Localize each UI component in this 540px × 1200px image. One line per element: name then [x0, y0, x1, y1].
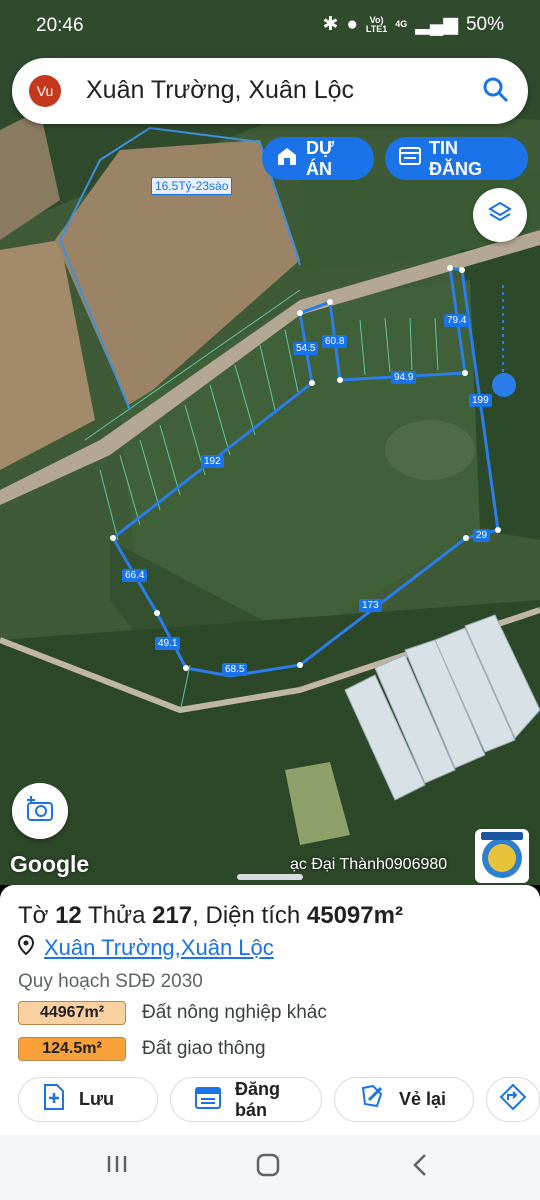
- dai-thanh-logo: [475, 829, 529, 883]
- parcel-address: Xuân Trường, Xuân Lộc: [17, 934, 274, 961]
- plan-title: Quy hoạch SDĐ 2030: [18, 971, 203, 992]
- layers-icon: [487, 200, 513, 231]
- action-bar: Lưu Đăng bán Vẻ lại: [18, 1077, 540, 1122]
- edge-length-label: 49.1: [155, 637, 181, 650]
- map-pin-icon: [17, 934, 35, 961]
- add-photo-button[interactable]: [12, 783, 68, 839]
- redraw-button[interactable]: Vẻ lại: [334, 1077, 474, 1122]
- map-credit: ạc Đại Thành0906980: [290, 856, 448, 873]
- landuse-row: 124.5m² Đất giao thông: [18, 1037, 266, 1061]
- edit-polygon-icon: [359, 1084, 385, 1115]
- directions-button[interactable]: [486, 1077, 540, 1122]
- search-bar[interactable]: Vu Xuân Trường, Xuân Lộc: [12, 58, 528, 124]
- search-icon[interactable]: [482, 76, 510, 109]
- landuse-area-chip: 124.5m²: [18, 1037, 126, 1061]
- commune-link[interactable]: Xuân Trường: [44, 935, 175, 961]
- home-nav-icon[interactable]: [256, 1153, 280, 1182]
- directions-icon: [499, 1083, 527, 1115]
- edge-length-label: 66.4: [122, 569, 148, 582]
- status-time: 20:46: [36, 15, 84, 36]
- landuse-area-chip: 44967m²: [18, 1001, 126, 1025]
- sell-button[interactable]: Đăng bán: [170, 1077, 322, 1122]
- search-text[interactable]: Xuân Trường, Xuân Lộc: [86, 76, 354, 105]
- save-button[interactable]: Lưu: [18, 1077, 158, 1122]
- battery-level: 50%: [465, 13, 504, 35]
- calendar-icon: [195, 1085, 221, 1114]
- back-icon[interactable]: [410, 1153, 430, 1182]
- satellite-imagery: [0, 0, 540, 885]
- avatar[interactable]: Vu: [29, 75, 61, 107]
- network-4g: 4G: [395, 19, 408, 29]
- landuse-name: Đất giao thông: [142, 1038, 266, 1059]
- sheet-drag-handle[interactable]: [237, 874, 303, 880]
- listing-icon: [399, 146, 421, 171]
- district-link[interactable]: Xuân Lộc: [181, 935, 274, 961]
- du-an-label: DỰ ÁN: [306, 137, 334, 179]
- parcel-price-label[interactable]: 16.5Tỷ-23sào: [151, 177, 233, 195]
- layers-button[interactable]: [473, 188, 527, 242]
- edge-length-label: 54.5: [293, 342, 319, 355]
- edge-length-label: 60.8: [322, 335, 348, 348]
- add-document-icon: [43, 1084, 65, 1115]
- tin-dang-button[interactable]: TIN ĐĂNG: [385, 137, 528, 180]
- edge-length-label: 68.5: [222, 663, 248, 676]
- google-logo: Google: [10, 851, 90, 877]
- signal-icon: ▂▄▆: [415, 14, 458, 35]
- edge-length-label: 94.9: [391, 371, 417, 384]
- edge-length-label: 173: [359, 599, 382, 612]
- recent-apps-icon[interactable]: [106, 1153, 128, 1180]
- system-nav-bar: [0, 1135, 540, 1200]
- landuse-name: Đất nông nghiệp khác: [142, 1002, 327, 1023]
- edge-length-label: 192: [201, 455, 224, 468]
- home-icon: [276, 146, 298, 171]
- bluetooth-icon: ✱: [322, 14, 339, 35]
- status-bar: 20:46 ✱ ● Vo) LTE1 4G ▂▄▆ 50%: [0, 0, 540, 52]
- du-an-button[interactable]: DỰ ÁN: [262, 137, 374, 180]
- location-icon: ●: [346, 13, 358, 35]
- parcel-info-sheet: Tờ 12 Thửa 217, Diện tích 45097m² Xuân T…: [0, 885, 540, 1135]
- parcel-title: Tờ 12 Thửa 217, Diện tích 45097m²: [18, 902, 403, 929]
- edge-length-label: 199: [469, 394, 492, 407]
- map-view[interactable]: 16.5Tỷ-23sào 79.4 54.5 60.8 94.9 199 192…: [0, 0, 540, 885]
- tin-dang-label: TIN ĐĂNG: [429, 137, 482, 179]
- network-volte: Vo) LTE1: [365, 14, 388, 34]
- landuse-row: 44967m² Đất nông nghiệp khác: [18, 1001, 327, 1025]
- edge-length-label: 29: [473, 529, 491, 542]
- add-photo-icon: [25, 795, 55, 828]
- edge-length-label: 79.4: [444, 314, 470, 327]
